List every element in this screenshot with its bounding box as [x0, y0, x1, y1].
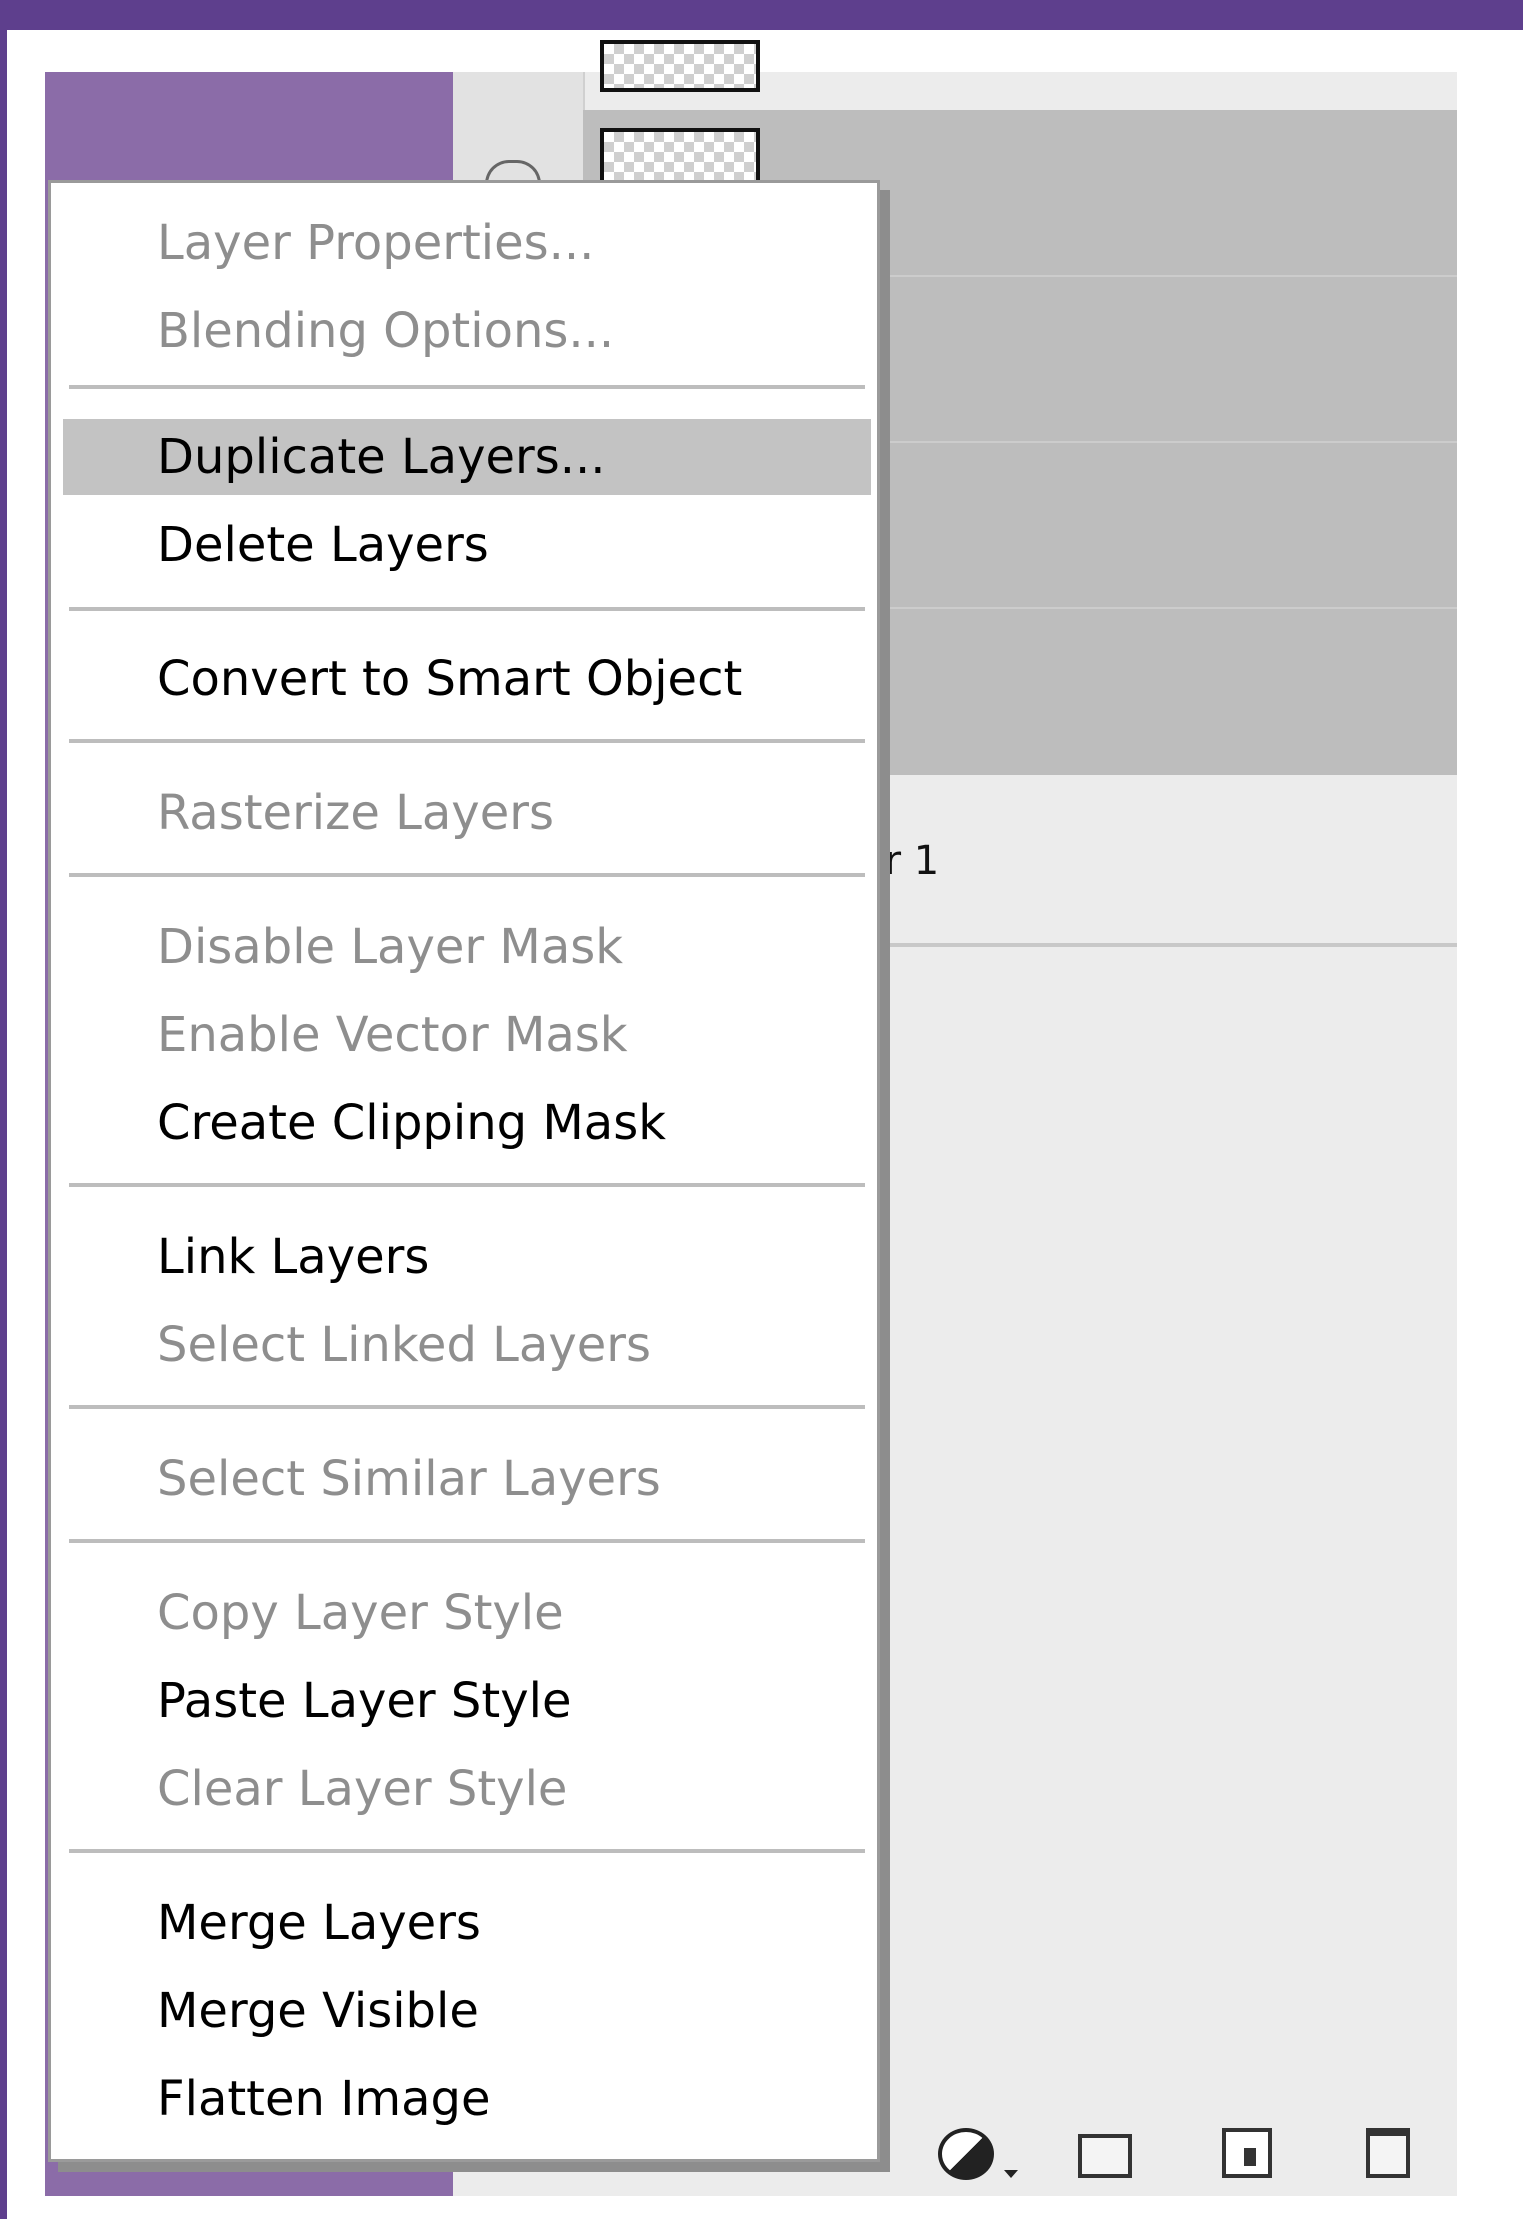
menu-item-paste-layer-style[interactable]: Paste Layer Style [63, 1663, 871, 1739]
menu-separator [69, 739, 865, 743]
menu-separator [69, 1849, 865, 1853]
trash-icon[interactable] [1366, 2128, 1410, 2178]
menu-item-copy-layer-style[interactable]: Copy Layer Style [63, 1575, 871, 1651]
window-frame-left [0, 30, 7, 2219]
menu-item-layer-properties[interactable]: Layer Properties... [63, 205, 871, 281]
window-frame-top [0, 0, 1523, 30]
menu-item-convert-to-smart-object[interactable]: Convert to Smart Object [63, 641, 871, 717]
menu-item-rasterize-layers[interactable]: Rasterize Layers [63, 775, 871, 851]
menu-item-merge-layers[interactable]: Merge Layers [63, 1885, 871, 1961]
menu-item-select-similar-layers[interactable]: Select Similar Layers [63, 1441, 871, 1517]
menu-item-disable-layer-mask[interactable]: Disable Layer Mask [63, 909, 871, 985]
menu-item-link-layers[interactable]: Link Layers [63, 1219, 871, 1295]
menu-item-clear-layer-style[interactable]: Clear Layer Style [63, 1751, 871, 1827]
menu-separator [69, 607, 865, 611]
menu-item-select-linked-layers[interactable]: Select Linked Layers [63, 1307, 871, 1383]
chevron-down-icon [1004, 2170, 1018, 2178]
menu-item-blending-options[interactable]: Blending Options... [63, 293, 871, 369]
menu-item-duplicate-layers[interactable]: Duplicate Layers... [63, 419, 871, 495]
layer-context-menu: Layer Properties... Blending Options... … [48, 180, 880, 2162]
menu-item-merge-visible[interactable]: Merge Visible [63, 1973, 871, 2049]
menu-item-delete-layers[interactable]: Delete Layers [63, 507, 871, 583]
menu-separator [69, 1539, 865, 1543]
new-layer-icon[interactable] [1222, 2128, 1272, 2178]
menu-item-flatten-image[interactable]: Flatten Image [63, 2061, 871, 2137]
menu-item-create-clipping-mask[interactable]: Create Clipping Mask [63, 1085, 871, 1161]
menu-separator [69, 1405, 865, 1409]
layer-visibility-column [453, 72, 585, 142]
adjustment-layer-icon[interactable] [938, 2128, 994, 2180]
folder-icon[interactable] [1078, 2134, 1132, 2178]
layer-thumbnail[interactable] [600, 128, 760, 184]
layer-thumbnail[interactable] [600, 40, 760, 92]
menu-separator [69, 1183, 865, 1187]
menu-item-enable-vector-mask[interactable]: Enable Vector Mask [63, 997, 871, 1073]
menu-separator [69, 385, 865, 389]
window-frame-inner [7, 30, 1523, 40]
menu-separator [69, 873, 865, 877]
